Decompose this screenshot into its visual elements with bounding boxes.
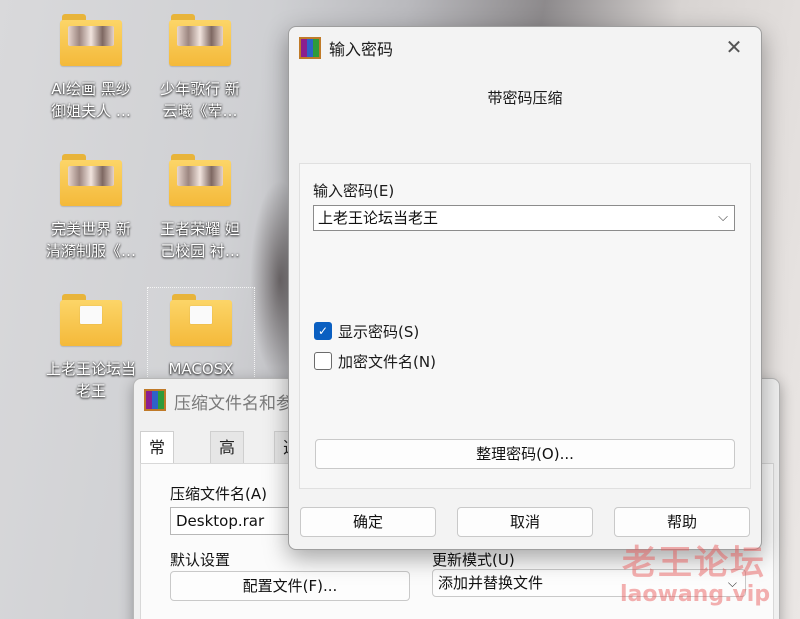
password-dialog-title: 输入密码 <box>329 40 394 59</box>
show-password-label: 显示密码(S) <box>338 323 420 341</box>
show-password-checkbox[interactable]: ✓ <box>314 322 332 340</box>
folder-icon <box>60 154 122 206</box>
archive-dialog-title: 压缩文件名和参 <box>174 394 293 414</box>
close-icon[interactable]: ✕ <box>717 33 751 61</box>
default-settings-label: 默认设置 <box>170 551 231 569</box>
desktop-folder-label: AI绘画 黑纱 御姐夫人 … <box>51 80 131 120</box>
desktop-folder-3[interactable]: 完美世界 新清漪制服《… <box>41 154 141 262</box>
tab-advanced[interactable]: 高级 <box>210 431 245 489</box>
chevron-down-icon[interactable]: ⌵ <box>718 206 728 230</box>
archive-name-label: 压缩文件名(A) <box>170 485 267 503</box>
desktop-folder-5[interactable]: 上老王论坛当 老王 <box>41 294 141 402</box>
encrypt-filenames-label: 加密文件名(N) <box>338 353 436 371</box>
enter-password-label: 输入密码(E) <box>313 182 395 200</box>
password-combobox[interactable]: 上老王论坛当老王 ⌵ <box>313 205 735 231</box>
folder-icon <box>169 14 231 66</box>
password-dialog-heading: 带密码压缩 <box>487 89 563 107</box>
winrar-logo-icon <box>299 37 321 59</box>
encrypt-filenames-checkbox[interactable] <box>314 352 332 370</box>
desktop-folder-label: 少年歌行 新云曦《荤… <box>160 80 240 120</box>
watermark-text: 老王论坛 <box>622 543 766 583</box>
update-mode-label: 更新模式(U) <box>432 551 515 569</box>
folder-icon <box>60 294 122 346</box>
desktop-folder-label: 王者荣耀 妲己校园 衬… <box>160 220 240 260</box>
watermark-url: laowang.vip <box>620 582 771 607</box>
desktop-folder-6[interactable]: MACOSX <box>147 287 255 381</box>
organize-passwords-button[interactable]: 整理密码(O)... <box>315 439 735 469</box>
folder-icon <box>169 154 231 206</box>
profiles-button[interactable]: 配置文件(F)... <box>170 571 410 601</box>
archive-name-input[interactable]: Desktop.rar <box>170 507 300 535</box>
help-button[interactable]: 帮助 <box>614 507 750 537</box>
desktop-folder-label: 上老王论坛当 老王 <box>45 360 136 400</box>
desktop-folder-2[interactable]: 少年歌行 新云曦《荤… <box>150 14 250 122</box>
cancel-button[interactable]: 取消 <box>457 507 593 537</box>
password-dialog: 输入密码 ✕ 带密码压缩 输入密码(E) 上老王论坛当老王 ⌵ ✓ 显示密码(S… <box>288 26 762 550</box>
tab-general[interactable]: 常规 <box>140 431 175 489</box>
update-mode-value: 添加并替换文件 <box>438 574 544 592</box>
desktop-folder-1[interactable]: AI绘画 黑纱 御姐夫人 … <box>41 14 141 122</box>
desktop-folder-label: MACOSX <box>168 360 234 378</box>
password-value: 上老王论坛当老王 <box>318 209 439 227</box>
ok-button[interactable]: 确定 <box>300 507 436 537</box>
desktop-folder-4[interactable]: 王者荣耀 妲己校园 衬… <box>150 154 250 262</box>
folder-icon <box>60 14 122 66</box>
winrar-logo-icon <box>144 389 166 411</box>
folder-icon <box>170 294 232 346</box>
desktop-folder-label: 完美世界 新清漪制服《… <box>45 220 136 260</box>
